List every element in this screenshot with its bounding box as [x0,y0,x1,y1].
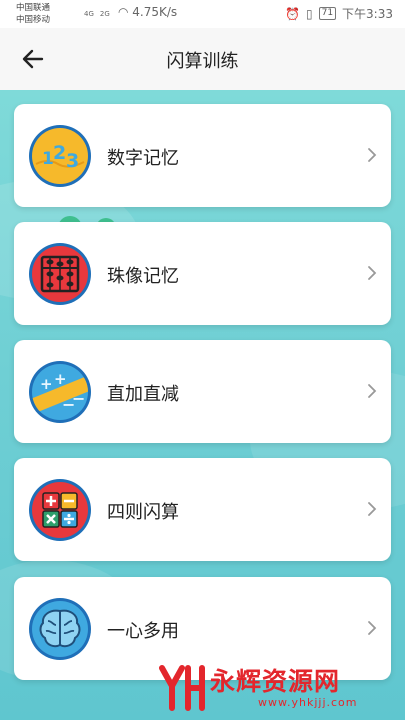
menu-item-label: 直加直减 [107,384,179,405]
svg-text:+: + [54,370,67,388]
page-title: 闪算训练 [166,51,239,72]
carrier-1: 中国联通 [16,3,51,13]
menu-item-label: 数字记忆 [107,148,179,169]
status-bar: 中国联通 中国移动 4G 2G ◠ 4.75K/s ⏰ ▯ 71 下午3:33 [0,0,405,28]
carrier-2: 中国移动 [16,15,51,25]
vibrate-icon: ▯ [305,6,313,21]
alarm-icon: ⏰ [285,6,300,21]
chevron-right-icon [368,148,377,162]
watermark-logo-icon [159,665,205,711]
svg-text:−: − [72,389,85,408]
chevron-right-icon [368,384,377,398]
svg-text:2: 2 [53,142,66,164]
battery-icon: 71 [318,7,337,20]
menu-item-direct-add-subtract[interactable]: + + − − 直加直减 [14,340,391,443]
brain-icon [29,598,91,660]
menu-item-label: 一心多用 [107,621,179,642]
chevron-right-icon [368,621,377,635]
status-right: ⏰ ▯ 71 下午3:33 [285,5,393,22]
plus-minus-icon: + + − − [29,361,91,423]
calculator-operations-icon [29,479,91,541]
svg-text:+: + [40,375,53,393]
menu-item-four-operations[interactable]: 四则闪算 [14,458,391,561]
watermark-text: 永辉资源网 [210,667,341,696]
app-header: 闪算训练 [0,28,405,90]
network-type-2: 2G [99,10,110,18]
svg-text:3: 3 [66,150,79,172]
clock: 下午3:33 [342,7,393,21]
watermark-url: www.yhkjjj.com [258,696,358,709]
watermark: 永辉资源网 www.yhkjjj.com [158,660,398,716]
menu-item-abacus-memory[interactable]: 珠像记忆 [14,222,391,325]
network-type-1: 4G [84,10,94,18]
numbers-123-icon: 1 2 3 [29,125,91,187]
network-speed: ◠ 4.75K/s [118,5,178,19]
chevron-right-icon [368,502,377,516]
carrier-info: 中国联通 中国移动 [16,2,50,26]
chevron-right-icon [368,266,377,280]
menu-item-number-memory[interactable]: 1 2 3 数字记忆 [14,104,391,207]
signal-icon: 4G 2G [84,6,110,19]
menu-item-label: 四则闪算 [107,502,179,523]
wifi-icon: ◠ [118,5,133,19]
menu-item-label: 珠像记忆 [107,266,179,287]
abacus-icon [29,243,91,305]
